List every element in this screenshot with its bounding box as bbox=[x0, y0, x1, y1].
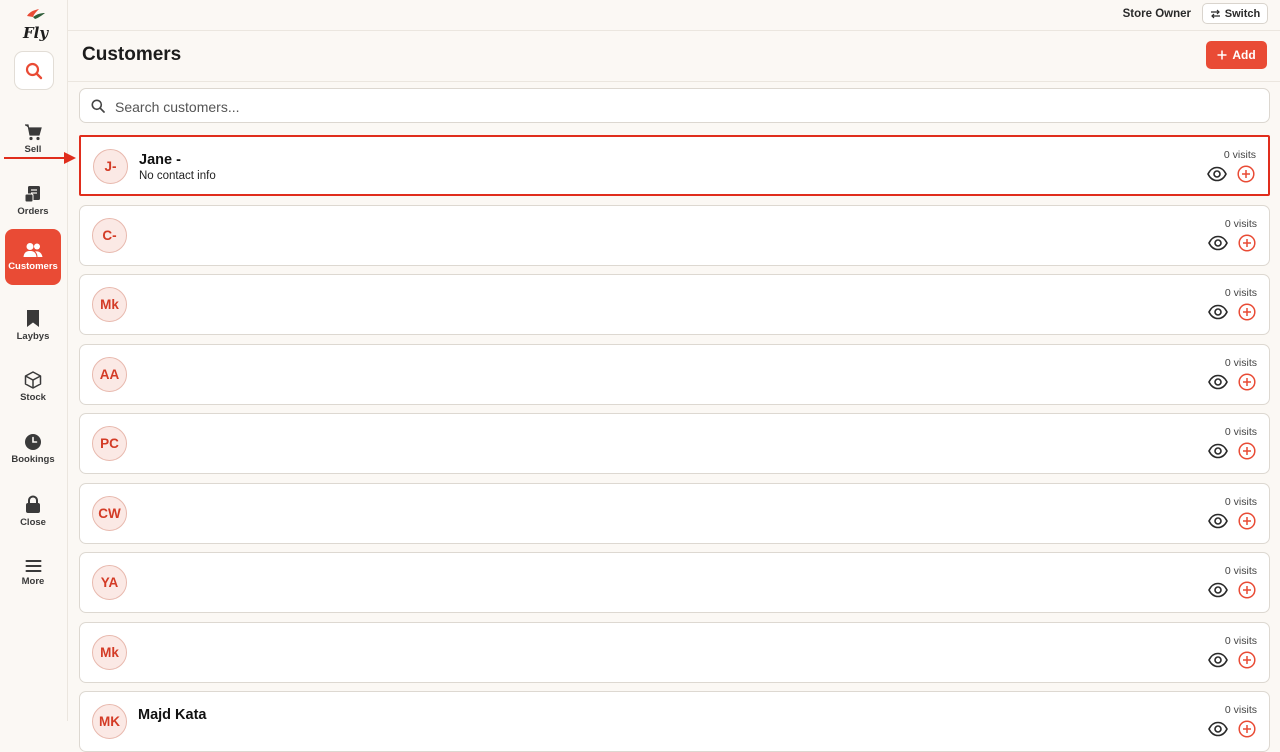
add-visit-icon[interactable] bbox=[1238, 720, 1256, 738]
sidebar-item-close[interactable]: Close bbox=[5, 483, 61, 539]
customer-row[interactable]: PC 0 visits bbox=[79, 413, 1270, 474]
search-icon bbox=[25, 62, 43, 79]
sidebar-item-stock[interactable]: Stock bbox=[5, 359, 61, 415]
page-title: Customers bbox=[82, 44, 182, 65]
top-bar: Store Owner Switch bbox=[68, 0, 1280, 31]
eye-icon[interactable] bbox=[1208, 652, 1228, 668]
sidebar-item-label: Bookings bbox=[11, 454, 55, 465]
menu-icon bbox=[25, 560, 41, 572]
avatar: MK bbox=[92, 704, 127, 739]
eye-icon[interactable] bbox=[1208, 235, 1228, 251]
sidebar-item-more[interactable]: More bbox=[5, 545, 61, 601]
sidebar-item-orders[interactable]: Orders bbox=[5, 173, 61, 229]
sidebar-item-label: More bbox=[21, 576, 45, 587]
add-visit-icon[interactable] bbox=[1238, 303, 1256, 321]
visit-count: 0 visits bbox=[1224, 287, 1257, 299]
user-role-label: Store Owner bbox=[1122, 8, 1191, 20]
add-visit-icon[interactable] bbox=[1238, 511, 1256, 530]
sidebar-item-label: Close bbox=[20, 516, 46, 528]
eye-icon[interactable] bbox=[1208, 304, 1228, 320]
sidebar-item-bookings[interactable]: Bookings bbox=[5, 421, 61, 477]
visit-count: 0 visits bbox=[1224, 634, 1257, 647]
eye-icon[interactable] bbox=[1208, 374, 1228, 390]
eye-icon[interactable] bbox=[1208, 721, 1228, 737]
pointer-arrow bbox=[4, 152, 76, 164]
customer-row[interactable]: MK Majd Kata 0 visits bbox=[79, 691, 1270, 752]
customer-contact: No contact info bbox=[139, 170, 216, 182]
add-visit-icon[interactable] bbox=[1238, 650, 1256, 669]
swap-icon bbox=[1210, 9, 1220, 18]
eye-icon[interactable] bbox=[1208, 443, 1228, 459]
customer-row[interactable]: Mk 0 visits bbox=[79, 274, 1270, 335]
avatar: Mk bbox=[92, 634, 127, 670]
page-header: Customers Add bbox=[68, 31, 1280, 82]
plus-icon bbox=[1217, 50, 1227, 60]
add-visit-icon[interactable] bbox=[1238, 233, 1256, 252]
customer-row[interactable]: YA 0 visits bbox=[79, 552, 1270, 613]
customer-row[interactable]: J- Jane - No contact info 0 visits bbox=[79, 135, 1270, 196]
sidebar: Fly Sell Orders Customers Laybys Stock B… bbox=[0, 0, 68, 721]
customer-name: Jane - bbox=[139, 152, 181, 168]
customer-row[interactable]: AA 0 visits bbox=[79, 343, 1270, 405]
sidebar-item-label: Laybys bbox=[16, 330, 50, 342]
sidebar-item-label: Customers bbox=[8, 261, 58, 272]
add-visit-icon[interactable] bbox=[1238, 581, 1256, 599]
avatar: AA bbox=[92, 356, 127, 392]
customer-row[interactable]: C- 0 visits bbox=[79, 204, 1270, 266]
visit-count: 0 visits bbox=[1224, 217, 1257, 230]
switch-label: Switch bbox=[1224, 7, 1261, 20]
cart-icon bbox=[25, 123, 42, 140]
customer-row[interactable]: CW 0 visits bbox=[79, 482, 1270, 544]
customer-row[interactable]: Mk 0 visits bbox=[79, 621, 1270, 683]
fly-logo[interactable]: Fly bbox=[18, 8, 50, 42]
switch-user-button[interactable]: Switch bbox=[1202, 3, 1268, 24]
visit-count: 0 visits bbox=[1224, 356, 1257, 369]
add-visit-icon[interactable] bbox=[1238, 442, 1256, 460]
receipt-icon bbox=[24, 186, 40, 203]
avatar: J- bbox=[93, 149, 128, 184]
global-search-button[interactable] bbox=[14, 51, 54, 90]
clock-icon bbox=[25, 434, 41, 450]
add-visit-icon[interactable] bbox=[1238, 372, 1256, 391]
visit-count: 0 visits bbox=[1224, 565, 1257, 577]
avatar: C- bbox=[92, 217, 127, 253]
svg-text:Fly: Fly bbox=[22, 24, 49, 42]
avatar: CW bbox=[92, 495, 127, 531]
eye-icon[interactable] bbox=[1208, 513, 1228, 529]
search-icon bbox=[91, 99, 105, 113]
search-input[interactable] bbox=[113, 95, 1217, 119]
sidebar-item-label: Stock bbox=[20, 392, 46, 403]
avatar: Mk bbox=[92, 287, 127, 322]
customer-search-box[interactable] bbox=[79, 88, 1270, 123]
visit-count: 0 visits bbox=[1223, 149, 1256, 161]
box-icon bbox=[24, 371, 42, 389]
sidebar-item-customers[interactable]: Customers bbox=[5, 229, 61, 285]
visit-count: 0 visits bbox=[1224, 495, 1257, 508]
users-icon bbox=[23, 243, 43, 257]
add-visit-icon[interactable] bbox=[1237, 165, 1255, 183]
avatar: YA bbox=[92, 565, 127, 600]
avatar: PC bbox=[92, 426, 127, 461]
eye-icon[interactable] bbox=[1208, 582, 1228, 598]
lock-icon bbox=[26, 494, 40, 513]
sidebar-item-label: Orders bbox=[17, 206, 49, 217]
visit-count: 0 visits bbox=[1224, 426, 1257, 438]
bookmark-icon bbox=[27, 309, 39, 327]
add-customer-button[interactable]: Add bbox=[1206, 41, 1267, 69]
add-label: Add bbox=[1232, 48, 1256, 62]
visit-count: 0 visits bbox=[1224, 704, 1257, 716]
eye-icon[interactable] bbox=[1207, 166, 1227, 182]
sidebar-item-laybys[interactable]: Laybys bbox=[5, 297, 61, 353]
